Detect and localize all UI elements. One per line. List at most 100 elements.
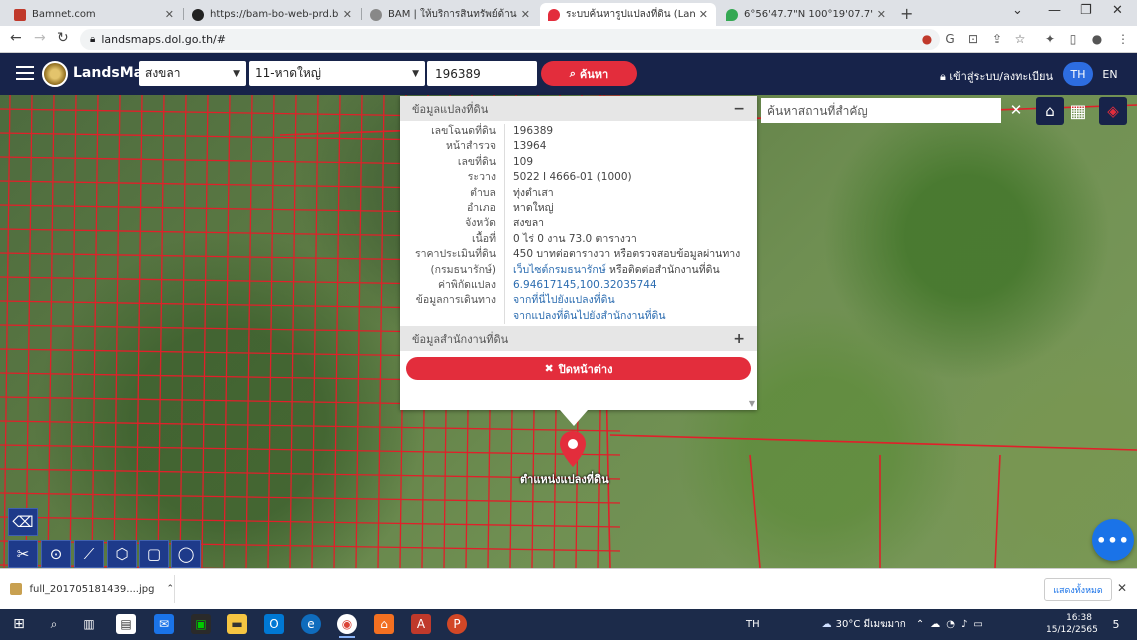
rectangle-tool-icon[interactable]: ▢ xyxy=(139,540,169,568)
share-icon[interactable]: ⇪ xyxy=(990,32,1004,46)
volume-icon[interactable]: ♪ xyxy=(961,619,967,630)
info-value[interactable]: จากที่นี่ไปยังแปลงที่ดิน xyxy=(505,293,615,308)
address-bar[interactable]: 🔒︎ landsmaps.dol.go.th/# xyxy=(80,29,940,50)
reload-icon[interactable]: ↻ xyxy=(57,30,69,46)
windows-start-icon[interactable]: ⊞ xyxy=(9,614,29,634)
tab-title: ระบบค้นหารูปแปลงที่ดิน (LandsMaps xyxy=(566,9,695,20)
cloud-sync-icon[interactable]: ☁ xyxy=(930,619,940,630)
back-icon[interactable]: ← xyxy=(10,30,22,46)
close-tab-icon[interactable]: ✕ xyxy=(165,8,174,21)
chrome-icon[interactable]: ◉ xyxy=(337,614,357,638)
parcel-line xyxy=(3,95,11,568)
file-explorer-icon[interactable]: ▬ xyxy=(227,614,247,634)
tools-icon[interactable]: ✂ xyxy=(8,540,38,568)
place-search-input[interactable] xyxy=(761,98,1001,123)
lang-th-button[interactable]: TH xyxy=(1063,62,1093,86)
close-tab-icon[interactable]: ✕ xyxy=(343,8,352,21)
download-item[interactable]: full_201705181439....jpg ⌃ xyxy=(10,575,175,603)
lang-en-button[interactable]: EN xyxy=(1095,62,1125,86)
store-icon[interactable]: ▤ xyxy=(116,614,136,634)
notification-icon[interactable]: 5 xyxy=(1106,614,1126,634)
restore-icon[interactable]: ❐ xyxy=(1080,3,1092,18)
task-view-icon[interactable]: ▥ xyxy=(79,614,99,634)
close-download-bar-icon[interactable]: ✕ xyxy=(1117,581,1127,595)
parcel-number-input[interactable] xyxy=(427,61,537,86)
info-value: 13964 xyxy=(505,139,546,154)
collapse-icon[interactable]: − xyxy=(733,101,745,117)
location-pin-icon[interactable] xyxy=(560,431,586,467)
wifi-icon[interactable]: ◔ xyxy=(946,619,955,630)
battery-icon[interactable]: ▭ xyxy=(973,619,982,630)
search-button-label: ค้นหา xyxy=(579,67,609,81)
scroll-down-icon[interactable]: ▼ xyxy=(749,399,755,408)
sidebar-icon[interactable]: ▯ xyxy=(1066,32,1080,46)
powerpoint-icon[interactable]: P xyxy=(447,614,467,634)
google-icon[interactable]: G xyxy=(943,32,957,46)
search-icon[interactable]: ⌕ xyxy=(44,614,64,634)
polygon-tool-icon[interactable]: ⬡ xyxy=(107,540,137,568)
info-value[interactable]: จากแปลงที่ดินไปยังสำนักงานที่ดิน xyxy=(505,309,666,324)
clear-search-icon[interactable]: ✕ xyxy=(1005,99,1027,121)
weather-text[interactable]: 30°C มีเมฆมาก xyxy=(836,617,906,632)
tab-bamnet[interactable]: Bamnet.com ✕ xyxy=(6,3,182,26)
info-link[interactable]: 6.94617145,100.32035744 xyxy=(513,279,657,291)
tab-google-maps[interactable]: 6°56'47.7"N 100°19'07.7"E - Goo ✕ xyxy=(718,3,894,26)
info-link[interactable]: จากที่นี่ไปยังแปลงที่ดิน xyxy=(513,294,615,306)
profile-icon[interactable]: ● xyxy=(1090,32,1104,46)
circle-tool-icon[interactable]: ◯ xyxy=(171,540,201,568)
browser-tab-bar: Bamnet.com ✕ https://bam-bo-web-prd.bam.… xyxy=(0,0,1137,26)
hamburger-menu-icon[interactable] xyxy=(16,66,34,80)
outlook-icon[interactable]: O xyxy=(264,614,284,634)
info-value[interactable]: 6.94617145,100.32035744 xyxy=(505,278,657,293)
info-value[interactable]: เว็บไซต์กรมธนารักษ์ หรือติดต่อสำนักงานที… xyxy=(505,263,720,278)
tab-landsmaps[interactable]: ระบบค้นหารูปแปลงที่ดิน (LandsMaps ✕ xyxy=(540,3,716,26)
input-language[interactable]: TH xyxy=(746,619,760,630)
eraser-icon[interactable]: ⌫ xyxy=(8,508,38,536)
line-tool-icon[interactable]: ⟋ xyxy=(74,540,104,568)
info-text: 13964 xyxy=(513,140,547,153)
tab-bam[interactable]: BAM | ให้บริการสินทรัพย์ด้านอสังหาริ ✕ xyxy=(362,3,538,26)
close-tab-icon[interactable]: ✕ xyxy=(877,8,886,21)
home-app-icon[interactable]: ⌂ xyxy=(374,614,394,634)
game-icon[interactable]: ▣ xyxy=(191,614,211,634)
home-icon[interactable]: ⌂ xyxy=(1036,97,1064,125)
show-all-downloads-button[interactable]: แสดงทั้งหมด xyxy=(1044,578,1112,601)
chevron-up-icon[interactable]: ⌃ xyxy=(166,584,174,594)
acrobat-icon[interactable]: A xyxy=(411,614,431,634)
bookmark-star-icon[interactable]: ☆ xyxy=(1013,32,1027,46)
minimize-icon[interactable]: — xyxy=(1048,3,1061,18)
expand-icon[interactable]: + xyxy=(733,331,745,347)
translate-icon[interactable]: ⊡ xyxy=(966,32,980,46)
close-window-icon[interactable]: ✕ xyxy=(1112,3,1123,18)
land-office-header[interactable]: ข้อมูลสำนักงานที่ดิน + xyxy=(400,326,757,352)
tab-search-icon[interactable]: ⌄ xyxy=(1012,3,1023,18)
browser-menu-icon[interactable]: ⋮ xyxy=(1116,32,1130,46)
parcel-line xyxy=(311,95,319,568)
close-tab-icon[interactable]: ✕ xyxy=(521,8,530,21)
mail-icon[interactable]: ✉ xyxy=(154,614,174,634)
info-key: (กรมธนารักษ์) xyxy=(400,262,505,279)
province-select[interactable]: สงขลา ▼ xyxy=(139,61,246,86)
forward-icon[interactable]: → xyxy=(34,30,46,46)
pin-tool-icon[interactable]: ⊙ xyxy=(41,540,71,568)
more-options-icon[interactable]: ••• xyxy=(1092,519,1134,561)
extensions-icon[interactable]: ✦ xyxy=(1043,32,1057,46)
info-link[interactable]: เว็บไซต์กรมธนารักษ์ xyxy=(513,264,606,276)
clock[interactable]: 16:38 15/12/2565 xyxy=(1046,612,1098,636)
parcel-info-header[interactable]: ข้อมูลแปลงที่ดิน − xyxy=(400,96,757,121)
layers-icon[interactable]: ◈ xyxy=(1099,97,1127,125)
chevron-up-icon[interactable]: ⌃ xyxy=(916,619,924,630)
blocked-icon[interactable]: ● xyxy=(920,32,934,46)
lock-icon[interactable]: 🔒︎ xyxy=(90,34,95,45)
close-popup-button[interactable]: ✖ ปิดหน้าต่าง xyxy=(406,357,751,381)
info-row: อำเภอ หาดใหญ่ xyxy=(400,201,757,217)
new-tab-button[interactable]: + xyxy=(900,4,913,23)
close-tab-icon[interactable]: ✕ xyxy=(699,8,708,21)
tab-bam-bo[interactable]: https://bam-bo-web-prd.bam.co ✕ xyxy=(184,3,360,26)
grid-icon[interactable]: ▦ xyxy=(1064,97,1092,125)
district-select[interactable]: 11-หาดใหญ่ ▼ xyxy=(249,61,425,86)
info-link[interactable]: จากแปลงที่ดินไปยังสำนักงานที่ดิน xyxy=(513,310,666,322)
search-button[interactable]: ⌕ ค้นหา xyxy=(541,61,637,86)
login-link[interactable]: 🔒︎ เข้าสู่ระบบ/ลงทะเบียน xyxy=(940,67,1053,85)
edge-icon[interactable]: e xyxy=(301,614,321,634)
